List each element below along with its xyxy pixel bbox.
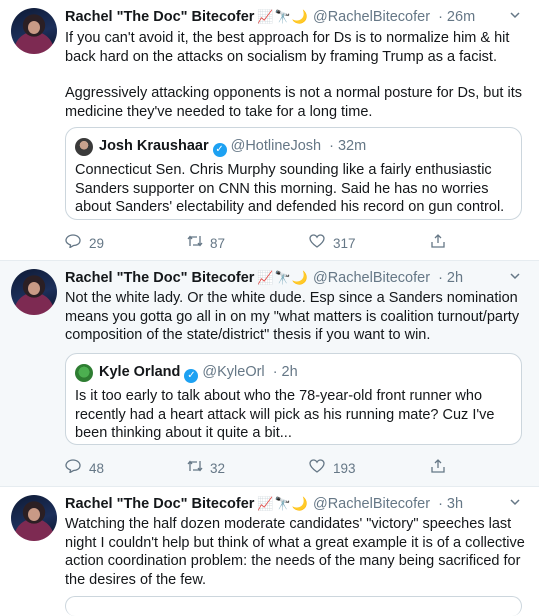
tweet-text: Not the white lady. Or the white dude. E… — [65, 290, 520, 343]
avatar[interactable] — [11, 495, 57, 541]
like-button[interactable]: 193 — [309, 459, 356, 476]
share-icon — [430, 459, 448, 476]
reply-icon — [65, 234, 83, 251]
retweet-button[interactable]: 87 — [186, 234, 225, 251]
timestamp[interactable]: · 3h — [438, 496, 463, 512]
verified-badge-icon: ✓ — [212, 143, 227, 157]
timestamp[interactable]: · 26m — [438, 9, 475, 25]
retweet-count: 87 — [210, 236, 226, 251]
tweet-header: Rachel "The Doc" Bitecofer 📈🔭🌙 @RachelBite… — [65, 9, 529, 27]
quoted-handle: @KyleOrl — [202, 364, 265, 380]
quoted-header: Kyle Orland ✓ @KyleOrl · 2h — [99, 364, 298, 383]
heart-icon — [309, 234, 327, 251]
quoted-text: Connecticut Sen. Chris Murphy sounding l… — [75, 162, 505, 215]
tweet-text-paragraph-2: Aggressively attacking opponents is not … — [65, 85, 522, 120]
share-button[interactable] — [430, 459, 454, 476]
quoted-avatar — [75, 138, 93, 156]
author-name[interactable]: Rachel "The Doc" Bitecofer — [65, 270, 254, 286]
tweet-1[interactable]: Rachel "The Doc" Bitecofer 📈🔭🌙 @RachelBite… — [0, 0, 539, 261]
author-handle[interactable]: @RachelBitecofer — [313, 270, 430, 286]
quoted-header: Josh Kraushaar ✓ @HotlineJosh · 32m — [99, 138, 366, 157]
quoted-handle: @HotlineJosh — [230, 138, 322, 154]
tweet-text: Watching the half dozen moderate candida… — [65, 516, 525, 588]
tweet-text: If you can't avoid it, the best approach… — [65, 29, 525, 121]
chevron-down-icon[interactable] — [509, 9, 521, 24]
name-emoji: 📈🔭🌙 — [257, 270, 309, 285]
like-count: 317 — [333, 236, 356, 251]
quoted-tweet[interactable] — [65, 596, 522, 616]
quoted-avatar — [75, 364, 93, 382]
quoted-author-name: Kyle Orland — [99, 364, 181, 380]
quoted-tweet[interactable]: Kyle Orland ✓ @KyleOrl · 2h Is it too earl… — [65, 353, 522, 445]
chevron-down-icon[interactable] — [509, 270, 521, 285]
retweet-count: 32 — [210, 461, 226, 476]
timestamp[interactable]: · 2h — [438, 270, 463, 286]
like-button[interactable]: 317 — [309, 234, 356, 251]
quoted-text: Is it too early to talk about who the 78… — [75, 388, 495, 441]
quoted-tweet[interactable]: Josh Kraushaar ✓ @HotlineJosh · 32m Connec… — [65, 127, 522, 220]
name-emoji: 📈🔭🌙 — [257, 496, 309, 511]
heart-icon — [309, 459, 327, 476]
tweet-header: Rachel "The Doc" Bitecofer 📈🔭🌙 @RachelBite… — [65, 496, 529, 514]
chevron-down-icon[interactable] — [509, 496, 521, 511]
verified-badge-icon: ✓ — [184, 369, 199, 383]
quoted-timestamp: · 2h — [272, 364, 298, 380]
tweet-actions: 48 32 193 — [65, 459, 485, 479]
share-button[interactable] — [430, 234, 454, 251]
avatar[interactable] — [11, 269, 57, 315]
author-name[interactable]: Rachel "The Doc" Bitecofer — [65, 496, 254, 512]
quoted-timestamp: · 32m — [329, 138, 367, 154]
reply-count: 48 — [89, 461, 105, 476]
retweet-icon — [186, 234, 204, 251]
author-handle[interactable]: @RachelBitecofer — [313, 9, 430, 25]
quoted-author-name: Josh Kraushaar — [99, 138, 209, 154]
name-emoji: 📈🔭🌙 — [257, 9, 309, 24]
tweet-text-paragraph-1: If you can't avoid it, the best approach… — [65, 30, 510, 65]
like-count: 193 — [333, 461, 356, 476]
share-icon — [430, 234, 448, 251]
author-handle[interactable]: @RachelBitecofer — [313, 496, 430, 512]
retweet-icon — [186, 459, 204, 476]
retweet-button[interactable]: 32 — [186, 459, 225, 476]
avatar[interactable] — [11, 8, 57, 54]
author-name[interactable]: Rachel "The Doc" Bitecofer — [65, 9, 254, 25]
reply-icon — [65, 459, 83, 476]
tweet-3[interactable]: Rachel "The Doc" Bitecofer 📈🔭🌙 @RachelBite… — [0, 487, 539, 616]
reply-button[interactable]: 48 — [65, 459, 104, 476]
tweet-2[interactable]: Rachel "The Doc" Bitecofer 📈🔭🌙 @RachelBite… — [0, 261, 539, 486]
tweet-header: Rachel "The Doc" Bitecofer 📈🔭🌙 @RachelBite… — [65, 270, 529, 288]
reply-button[interactable]: 29 — [65, 234, 104, 251]
reply-count: 29 — [89, 236, 105, 251]
tweet-actions: 29 87 317 — [65, 234, 485, 254]
